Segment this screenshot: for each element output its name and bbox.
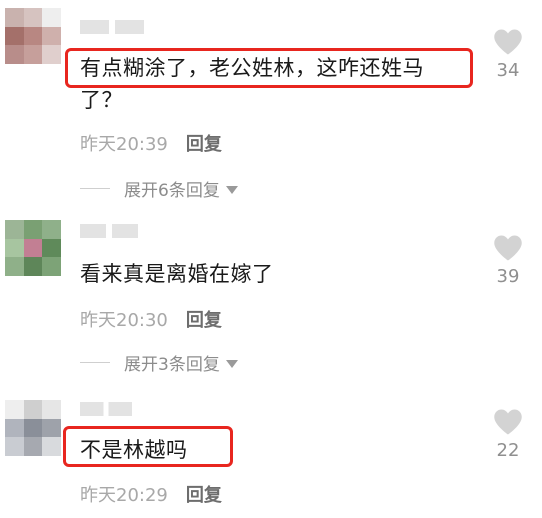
comment-meta: 昨天20:29 回复 [80, 481, 222, 507]
divider [80, 362, 110, 363]
avatar[interactable] [5, 400, 61, 456]
highlight-box [63, 426, 233, 467]
expand-replies-button[interactable]: 展开3条回复 [80, 350, 238, 375]
comment-meta: 昨天20:39 回复 [80, 130, 222, 156]
heart-icon [494, 409, 522, 435]
comment-text-line: 看来真是离婚在嫁了 [80, 262, 274, 286]
comment-text: 看来真是离婚在嫁了 [80, 258, 274, 290]
heart-icon [494, 235, 522, 261]
like-button[interactable]: 22 [490, 408, 526, 461]
like-count: 34 [496, 60, 520, 81]
like-button[interactable]: 39 [490, 234, 526, 287]
username-blurred[interactable] [80, 20, 144, 34]
triangle-down-icon [225, 185, 238, 194]
avatar[interactable] [5, 8, 61, 64]
reply-button[interactable]: 回复 [186, 134, 222, 155]
timestamp: 昨天20:39 [80, 134, 168, 155]
timestamp: 昨天20:29 [80, 485, 168, 506]
like-button[interactable]: 34 [490, 28, 526, 81]
avatar[interactable] [5, 220, 61, 276]
divider [80, 188, 110, 189]
like-count: 22 [496, 440, 520, 461]
like-count: 39 [496, 266, 520, 287]
expand-replies-label: 展开3条回复 [124, 355, 220, 375]
reply-button[interactable]: 回复 [186, 485, 222, 506]
triangle-down-icon [225, 359, 238, 368]
timestamp: 昨天20:30 [80, 310, 168, 331]
comment-meta: 昨天20:30 回复 [80, 306, 222, 332]
username-blurred[interactable] [80, 402, 132, 416]
reply-button[interactable]: 回复 [186, 310, 222, 331]
comment-text-line: 了？ [80, 88, 123, 112]
expand-replies-label: 展开6条回复 [124, 181, 220, 201]
expand-replies-button[interactable]: 展开6条回复 [80, 176, 238, 201]
heart-icon [494, 29, 522, 55]
highlight-box [65, 48, 473, 88]
username-blurred[interactable] [80, 224, 138, 238]
